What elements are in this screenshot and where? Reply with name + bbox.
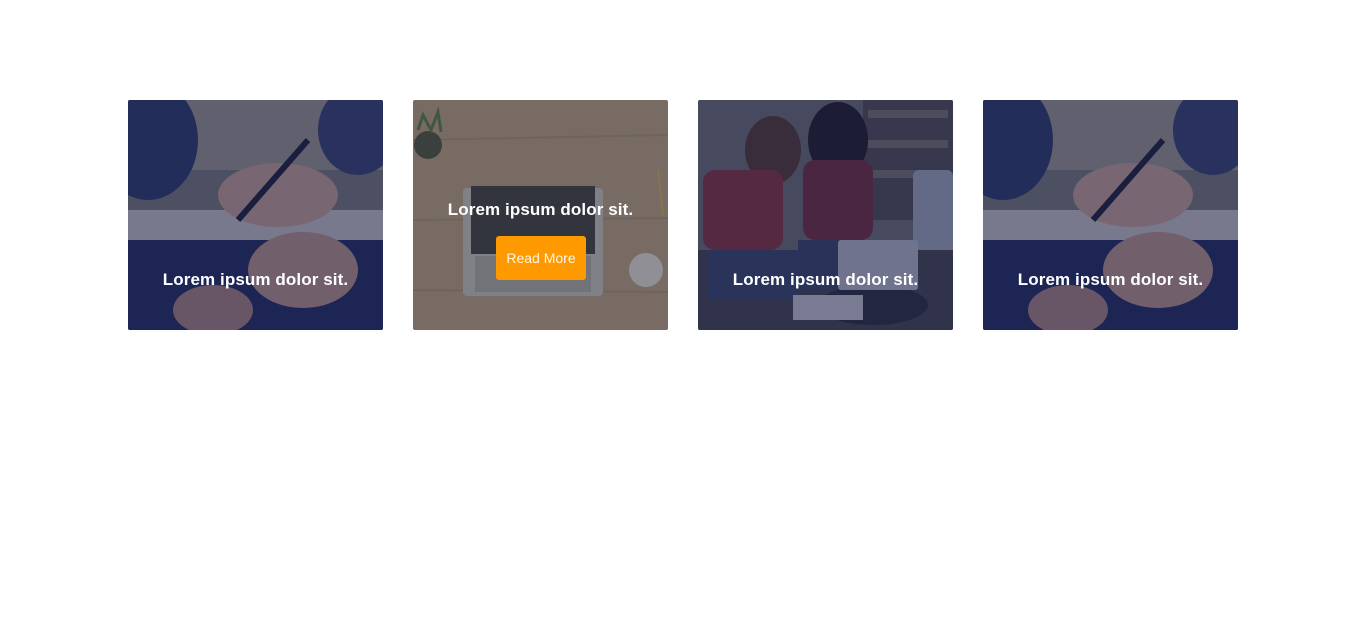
card-title: Lorem ipsum dolor sit. bbox=[162, 270, 349, 289]
card-grid: Lorem ipsum dolor sit. Lorem ipsum dolor… bbox=[128, 100, 1238, 330]
card-4[interactable]: Lorem ipsum dolor sit. bbox=[983, 100, 1238, 330]
card-overlay bbox=[983, 100, 1238, 330]
card-2[interactable]: Lorem ipsum dolor sit. Read More bbox=[413, 100, 668, 330]
card-3[interactable]: Lorem ipsum dolor sit. bbox=[698, 100, 953, 330]
read-more-button[interactable]: Read More bbox=[496, 236, 586, 280]
card-title: Lorem ipsum dolor sit. bbox=[732, 270, 919, 289]
card-overlay bbox=[128, 100, 383, 330]
card-1[interactable]: Lorem ipsum dolor sit. bbox=[128, 100, 383, 330]
card-title: Lorem ipsum dolor sit. bbox=[1017, 270, 1204, 289]
card-overlay bbox=[698, 100, 953, 330]
card-title: Lorem ipsum dolor sit. bbox=[447, 200, 634, 219]
